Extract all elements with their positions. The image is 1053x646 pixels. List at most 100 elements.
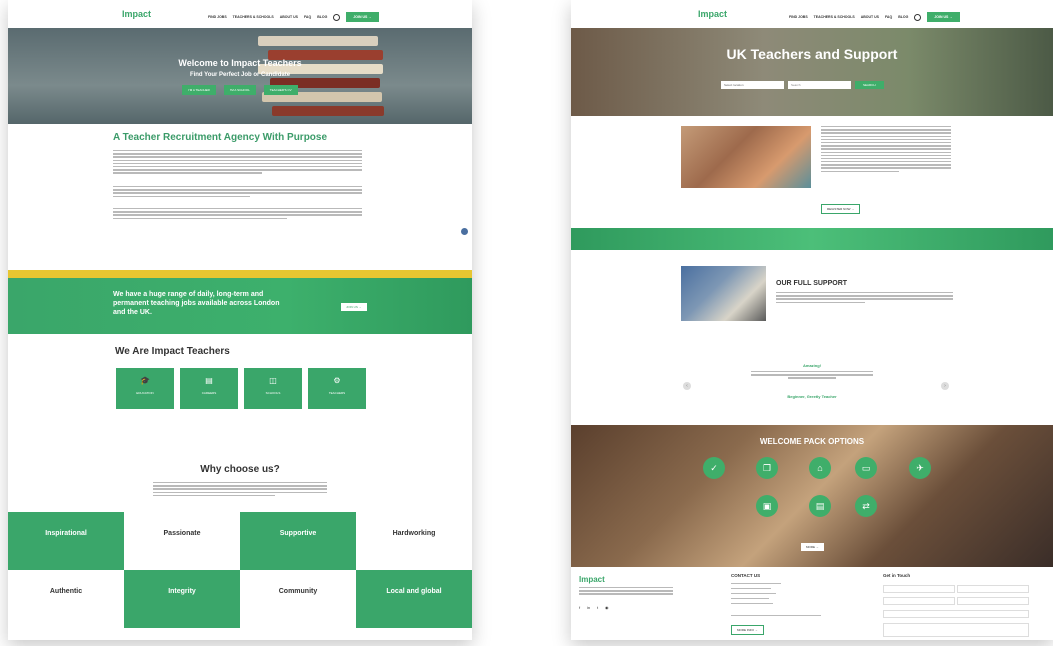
chat-icon[interactable]	[461, 228, 468, 235]
nav-about-us[interactable]: ABOUT US	[280, 15, 298, 19]
we-are-title: We Are Impact Teachers	[115, 346, 230, 357]
nav-faq[interactable]: FAQ	[885, 15, 892, 19]
support-title: OUR FULL SUPPORT	[776, 280, 848, 287]
hero-section: Welcome to Impact Teachers Find Your Per…	[8, 28, 472, 124]
screen-icon[interactable]: ▣	[756, 495, 778, 517]
search-icon[interactable]	[333, 13, 341, 21]
next-arrow-icon[interactable]: ›	[941, 382, 949, 390]
book-icon: ◫	[269, 376, 277, 385]
gear-icon: ⚙	[333, 376, 341, 385]
transfer-icon[interactable]: ⇄	[855, 495, 877, 517]
nav-faq[interactable]: FAQ	[304, 15, 311, 19]
green-divider	[571, 228, 1053, 250]
welcome-title: WELCOME PACK OPTIONS	[759, 437, 865, 446]
nav-blog[interactable]: BLOG	[898, 15, 908, 19]
agency-paragraph-1	[113, 150, 362, 176]
message-field[interactable]	[883, 623, 1029, 637]
classroom-photo	[681, 126, 811, 188]
tile-label: CAREERS	[201, 391, 217, 395]
school-button[interactable]: I'M A SCHOOL	[223, 85, 256, 95]
welcome-more-button[interactable]: MORE →	[801, 543, 824, 551]
agency-title: A Teacher Recruitment Agency With Purpos…	[113, 132, 328, 143]
testimonial-title: Amazing!	[803, 363, 821, 368]
welcome-pack-section: WELCOME PACK OPTIONS ✓ ❐ ⌂ ▭ ✈ ▣ ▤ ⇄ MOR…	[571, 425, 1053, 567]
nav-links: FIND JOBS TEACHERS & SCHOOLS ABOUT US FA…	[789, 12, 960, 22]
contact-type-select[interactable]	[883, 610, 1029, 618]
why-paragraph	[153, 482, 327, 498]
register-button[interactable]: REGISTER NOW →	[821, 204, 861, 214]
nav-teachers-schools[interactable]: TEACHERS & SCHOOLS	[814, 15, 855, 19]
search-input[interactable]: Search	[788, 81, 851, 89]
card-icon[interactable]: ▭	[855, 457, 877, 479]
nav-about-us[interactable]: ABOUT US	[861, 15, 879, 19]
plane-icon[interactable]: ✈	[909, 457, 931, 479]
intro-section: REGISTER NOW →	[571, 116, 1053, 228]
graduation-cap-icon: 🎓	[140, 376, 150, 385]
hero-title: Welcome to Impact Teachers	[178, 58, 302, 68]
banner-join-button[interactable]: JOIN US →	[341, 303, 367, 311]
search-icon[interactable]	[914, 13, 922, 21]
jobs-banner: We have a huge range of daily, long-term…	[8, 278, 472, 334]
agency-section: A Teacher Recruitment Agency With Purpos…	[8, 124, 472, 270]
search-button[interactable]: SEARCH	[855, 81, 884, 89]
search-form: Select location Search SEARCH	[721, 81, 884, 89]
nav-teachers-schools[interactable]: TEACHERS & SCHOOLS	[233, 15, 274, 19]
value-integrity: Integrity	[124, 570, 240, 628]
value-supportive: Supportive	[240, 512, 356, 570]
docs-icon[interactable]: ❐	[756, 457, 778, 479]
support-paragraph	[776, 292, 953, 305]
tile-label: SCHOOLS	[265, 391, 281, 395]
we-are-section: We Are Impact Teachers 🎓 EDUCATION ▤ CAR…	[8, 334, 472, 444]
cv-button[interactable]: TEACHER'S CV	[263, 85, 298, 95]
join-us-button[interactable]: JOIN US →	[927, 12, 960, 22]
why-choose-section: Why choose us? Inspirational Passionate …	[8, 444, 472, 640]
site-logo[interactable]: Impact	[122, 9, 151, 19]
testimonial-text	[751, 371, 873, 381]
tile-education[interactable]: 🎓 EDUCATION	[116, 368, 174, 409]
join-us-button[interactable]: JOIN US →	[346, 12, 379, 22]
site-logo[interactable]: Impact	[698, 9, 727, 19]
check-icon[interactable]: ✓	[703, 457, 725, 479]
support-section: OUR FULL SUPPORT Amazing! Beginner, Gree…	[571, 250, 1053, 425]
hero-buttons: I'M A TEACHER I'M A SCHOOL TEACHER'S CV	[8, 85, 472, 95]
notice-bar	[8, 270, 472, 278]
facebook-icon[interactable]: f	[579, 605, 580, 610]
more-info-button[interactable]: MORE INFO →	[731, 625, 764, 635]
prev-arrow-icon[interactable]: ‹	[683, 382, 691, 390]
nav-find-jobs[interactable]: FIND JOBS	[208, 15, 227, 19]
hero-section: UK Teachers and Support Select location …	[571, 28, 1053, 116]
nav-find-jobs[interactable]: FIND JOBS	[789, 15, 808, 19]
hero-title: UK Teachers and Support	[726, 46, 898, 62]
hero-subtitle: Find Your Perfect Job or Candidate	[189, 72, 291, 78]
tile-schools[interactable]: ◫ SCHOOLS	[244, 368, 302, 409]
phone-field[interactable]	[957, 597, 1029, 605]
linkedin-icon[interactable]: in	[587, 605, 590, 610]
why-title: Why choose us?	[200, 464, 280, 475]
support-photo	[681, 266, 766, 321]
briefcase-icon[interactable]: ▤	[809, 495, 831, 517]
footer-logo[interactable]: Impact	[579, 575, 605, 584]
instagram-icon[interactable]: ◉	[605, 605, 609, 610]
teacher-button[interactable]: I'M A TEACHER	[182, 85, 216, 95]
top-nav: Impact FIND JOBS TEACHERS & SCHOOLS ABOU…	[571, 0, 1053, 28]
value-hardworking: Hardworking	[356, 512, 472, 570]
intro-paragraph	[821, 126, 951, 174]
location-select[interactable]: Select location	[721, 81, 784, 89]
tile-teachers[interactable]: ⚙ TEACHERS	[308, 368, 366, 409]
testimonial-author: Beginner, Greetly Teacher	[787, 394, 837, 399]
nav-blog[interactable]: BLOG	[317, 15, 327, 19]
bank-icon[interactable]: ⌂	[809, 457, 831, 479]
agency-paragraph-3	[113, 208, 362, 221]
homepage-screenshot-left: Impact FIND JOBS TEACHERS & SCHOOLS ABOU…	[8, 0, 472, 640]
value-passionate: Passionate	[124, 512, 240, 570]
tile-label: TEACHERS	[328, 391, 346, 395]
briefcase-icon: ▤	[205, 376, 213, 385]
first-name-field[interactable]	[883, 585, 955, 593]
twitter-icon[interactable]: t	[597, 605, 598, 610]
last-name-field[interactable]	[957, 585, 1029, 593]
homepage-screenshot-right: Impact FIND JOBS TEACHERS & SCHOOLS ABOU…	[571, 0, 1053, 640]
footer-about	[579, 587, 673, 597]
footer: Impact f in t ◉ CONTACT US MORE INFO → G…	[571, 567, 1053, 640]
email-field[interactable]	[883, 597, 955, 605]
tile-careers[interactable]: ▤ CAREERS	[180, 368, 238, 409]
